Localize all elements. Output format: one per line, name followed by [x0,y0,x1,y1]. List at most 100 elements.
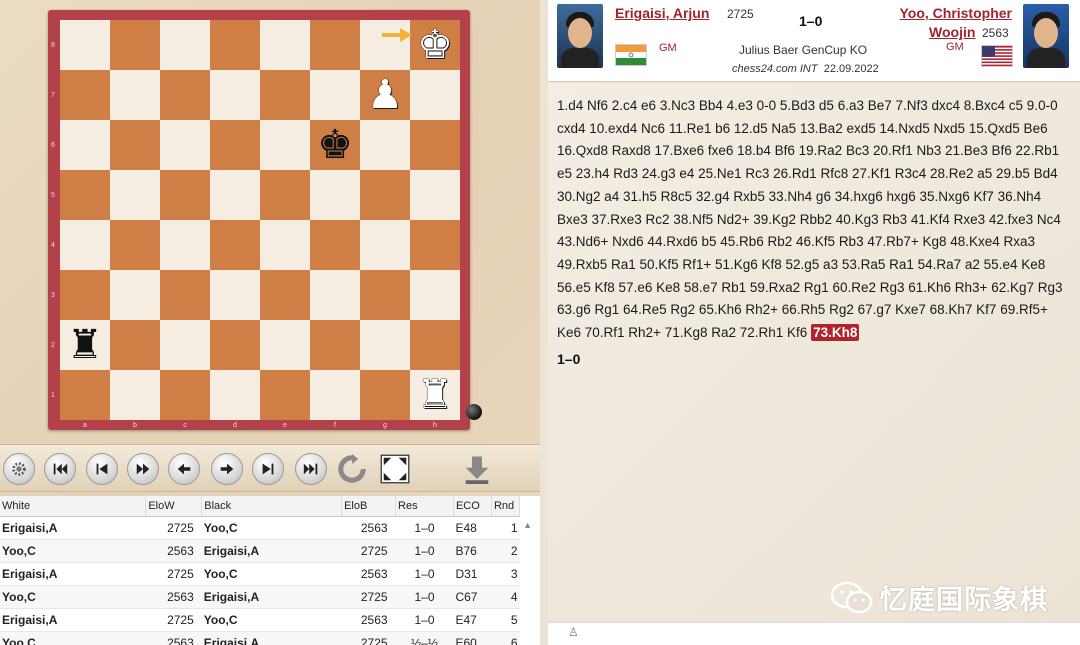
square-g1[interactable]: g [360,370,410,429]
square-f3[interactable] [310,270,360,320]
square-a3[interactable]: 3 [51,270,110,320]
move-sequence[interactable]: 1.d4 Nf6 2.c4 e6 3.Nc3 Bb4 4.e3 0-0 5.Bd… [557,98,1063,340]
square-e6[interactable] [260,120,310,170]
black-player-name[interactable]: Yoo, Christopher [899,5,1012,21]
square-d2[interactable] [210,320,260,370]
fullscreen-icon[interactable] [377,451,413,487]
square-a2[interactable]: 2 ♜ [51,320,110,370]
flip-board-icon[interactable] [334,451,370,487]
last-move-icon[interactable] [295,453,327,485]
square-e3[interactable] [260,270,310,320]
square-d6[interactable] [210,120,260,170]
chess-board[interactable]: 8 ♚ 7 ♟ 6 ♚ 5 4 3 2 ♜ 1 a b c d e f g h ♜ [51,20,460,429]
move-text[interactable]: 1.d4 Nf6 2.c4 e6 3.Nc3 Bb4 4.e3 0-0 5.Bd… [557,95,1073,345]
square-f5[interactable] [310,170,360,220]
column-header-black[interactable]: Black [201,496,343,517]
square-c6[interactable] [160,120,210,170]
square-a7[interactable]: 7 [51,70,110,120]
square-c2[interactable] [160,320,210,370]
square-d3[interactable] [210,270,260,320]
black-rook-a2[interactable]: ♜ [67,325,103,365]
square-h1[interactable]: h ♜ [410,370,460,429]
square-f1[interactable]: f [310,370,360,429]
square-e1[interactable]: e [260,370,310,429]
square-e8[interactable] [260,20,310,70]
square-h5[interactable] [410,170,460,220]
white-rook-h1[interactable]: ♜ [417,375,453,415]
square-a1[interactable]: 1a [51,370,110,429]
square-d7[interactable] [210,70,260,120]
square-e4[interactable] [260,220,310,270]
square-b7[interactable] [110,70,160,120]
previous-move-icon[interactable] [86,453,118,485]
back-icon[interactable] [168,453,200,485]
square-f4[interactable] [310,220,360,270]
scroll-up-icon[interactable]: ▲ [523,520,532,530]
square-f7[interactable] [310,70,360,120]
square-g6[interactable] [360,120,410,170]
current-move-highlight[interactable]: 73.Kh8 [811,324,860,342]
square-c4[interactable] [160,220,210,270]
square-h4[interactable] [410,220,460,270]
settings-icon[interactable] [3,453,35,485]
square-b6[interactable] [110,120,160,170]
square-c1[interactable]: c [160,370,210,429]
square-e5[interactable] [260,170,310,220]
column-header-white[interactable]: White [0,496,147,517]
black-king-f6[interactable]: ♚ [317,125,353,165]
column-header-eco[interactable]: ECO [453,496,492,517]
square-b3[interactable] [110,270,160,320]
square-h6[interactable] [410,120,460,170]
square-b2[interactable] [110,320,160,370]
forward-icon[interactable] [211,453,243,485]
square-a5[interactable]: 5 [51,170,110,220]
white-player-name[interactable]: Erigaisi, Arjun [615,5,709,21]
first-move-icon[interactable] [44,453,76,485]
square-g2[interactable] [360,320,410,370]
download-icon[interactable] [459,451,495,487]
column-header-elow[interactable]: EloW [145,496,203,517]
square-b5[interactable] [110,170,160,220]
pawn-icon[interactable]: ♙ [568,625,579,639]
play-icon[interactable] [127,453,159,485]
square-d4[interactable] [210,220,260,270]
table-row[interactable]: Erigaisi,A 2725 Yoo,C 2563 1–0 E47 5 [0,608,520,632]
column-header-res[interactable]: Res [395,496,454,517]
square-g5[interactable] [360,170,410,220]
table-row[interactable]: Yoo,C 2563 Erigaisi,A 2725 1–0 B76 2 [0,539,520,563]
square-g3[interactable] [360,270,410,320]
square-c3[interactable] [160,270,210,320]
square-b1[interactable]: b [110,370,160,429]
square-d5[interactable] [210,170,260,220]
square-h3[interactable] [410,270,460,320]
square-e7[interactable] [260,70,310,120]
table-row[interactable]: Erigaisi,A 2725 Yoo,C 2563 1–0 E48 1 [0,516,520,540]
column-header-elob[interactable]: EloB [341,496,397,517]
square-g7[interactable]: ♟ [360,70,410,120]
square-b8[interactable] [110,20,160,70]
table-row[interactable]: Yoo,C 2563 Erigaisi,A 2725 1–0 C67 4 [0,585,520,609]
square-c8[interactable] [160,20,210,70]
square-a6[interactable]: 6 [51,120,110,170]
square-a8[interactable]: 8 [51,20,110,70]
square-c5[interactable] [160,170,210,220]
square-e2[interactable] [260,320,310,370]
table-row[interactable]: Yoo,C 2563 Erigaisi,A 2725 ½–½ E60 6 [0,631,520,645]
square-d8[interactable] [210,20,260,70]
white-king-h8[interactable]: ♚ [417,25,453,65]
square-a4[interactable]: 4 [51,220,110,270]
square-h7[interactable] [410,70,460,120]
square-f2[interactable] [310,320,360,370]
column-header-rnd[interactable]: Rnd [491,496,521,517]
square-h8[interactable]: ♚ [410,20,460,70]
table-row[interactable]: Erigaisi,A 2725 Yoo,C 2563 1–0 D31 3 [0,562,520,586]
square-h2[interactable] [410,320,460,370]
next-move-icon[interactable] [252,453,284,485]
square-f6[interactable]: ♚ [310,120,360,170]
square-d1[interactable]: d [210,370,260,429]
black-player-name-line2[interactable]: Woojin [929,24,975,40]
square-f8[interactable] [310,20,360,70]
white-pawn-g7[interactable]: ♟ [367,75,403,115]
square-c7[interactable] [160,70,210,120]
square-g4[interactable] [360,220,410,270]
